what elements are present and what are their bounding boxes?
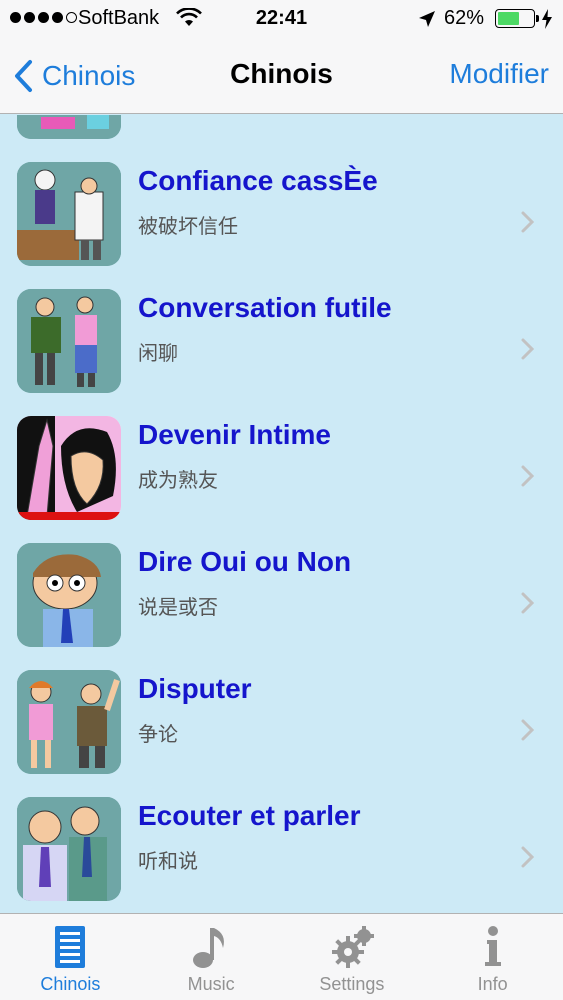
info-icon (471, 924, 515, 970)
music-note-icon (189, 924, 233, 970)
item-title: Ecouter et parler (138, 800, 361, 831)
item-title: Dire Oui ou Non (138, 546, 352, 577)
charging-bolt-icon (542, 9, 552, 29)
battery-icon (495, 9, 539, 28)
battery-percent: 62% (444, 7, 485, 29)
item-title: Devenir Intime (138, 419, 331, 450)
list-item[interactable]: Devenir Intime 成为熟友 (0, 369, 563, 520)
list-item[interactable]: Confiance cassÈe 被破坏信任 (0, 115, 563, 266)
item-title: Confiance cassÈe (138, 165, 378, 196)
lesson-list[interactable]: Confiance cassÈe 被破坏信任 Conversation futi… (0, 115, 563, 913)
item-subtitle: 成为熟友 (138, 468, 218, 492)
list-icon (48, 924, 92, 970)
location-arrow-icon (419, 11, 435, 27)
chevron-right-icon (521, 592, 535, 614)
tab-chinois[interactable]: Chinois (0, 914, 141, 1000)
chevron-right-icon (521, 338, 535, 360)
chevron-right-icon (521, 465, 535, 487)
navigation-bar: Chinois Chinois Modifier (0, 38, 563, 114)
tab-label: Music (187, 974, 235, 994)
tab-music[interactable]: Music (141, 914, 282, 1000)
item-subtitle: 争论 (138, 722, 178, 746)
tab-bar: Chinois Music Settings Info (0, 913, 563, 1000)
list-item[interactable]: Disputer 争论 (0, 623, 563, 774)
edit-button[interactable]: Modifier (449, 58, 549, 90)
item-subtitle: 闲聊 (138, 341, 178, 365)
list-item[interactable]: Ecouter et parler 听和说 (0, 750, 563, 901)
gear-icon (330, 924, 374, 970)
item-subtitle: 说是或否 (138, 595, 218, 619)
item-title: Disputer (138, 673, 252, 704)
tab-info[interactable]: Info (422, 914, 563, 1000)
tab-label: Chinois (40, 974, 101, 994)
chevron-right-icon (521, 846, 535, 868)
item-subtitle: 被破坏信任 (138, 214, 238, 238)
thumbnail-listen-speak (17, 797, 121, 901)
tab-label: Settings (319, 974, 385, 994)
status-bar: SoftBank 22:41 62% (0, 0, 563, 38)
tab-label: Info (477, 974, 508, 994)
item-title: Conversation futile (138, 292, 392, 323)
list-item[interactable]: Dire Oui ou Non 说是或否 (0, 496, 563, 647)
tab-settings[interactable]: Settings (282, 914, 423, 1000)
item-subtitle: 听和说 (138, 849, 198, 873)
chevron-right-icon (521, 211, 535, 233)
chevron-right-icon (521, 719, 535, 741)
list-item[interactable]: Conversation futile 闲聊 (0, 242, 563, 393)
